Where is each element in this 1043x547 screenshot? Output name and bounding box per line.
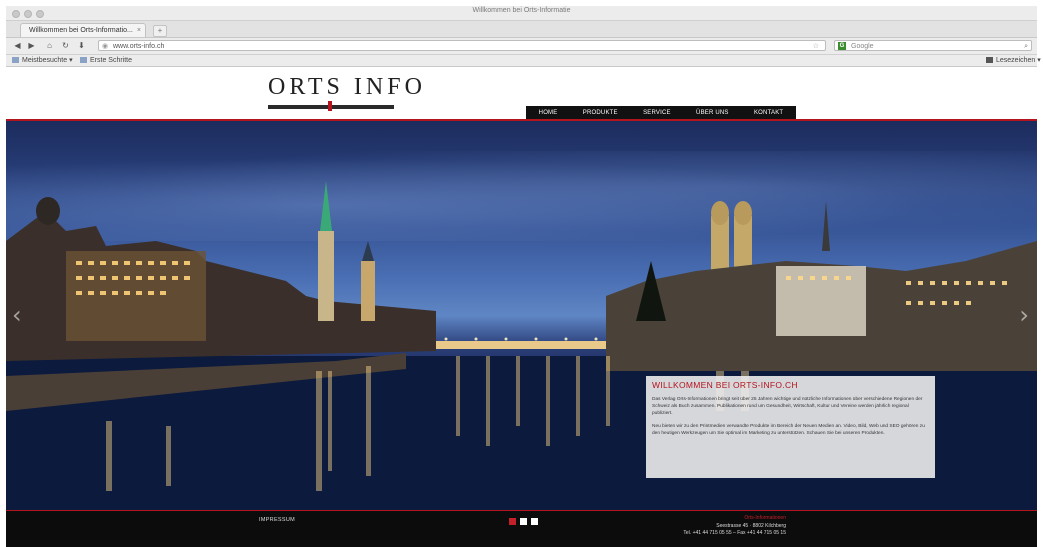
folder-icon <box>12 57 19 64</box>
page-icon <box>80 57 87 64</box>
slider-next-icon[interactable]: › <box>1019 301 1029 329</box>
navigation-toolbar: ◀ ▶ ⌂ ↻ ⬇ ◉ www.orts-info.ch ☆ G Google … <box>6 38 1037 55</box>
slider-dots <box>509 518 538 525</box>
google-icon: G <box>838 42 846 50</box>
nav-service[interactable]: SERVICE <box>643 110 671 116</box>
church-tower <box>318 231 334 321</box>
bookmark-most-visited[interactable]: Meistbesuchte ▾ <box>12 56 73 65</box>
browser-tab[interactable]: Willkommen bei Orts-Informatio... × <box>20 23 146 37</box>
back-icon[interactable]: ◀ <box>12 40 23 51</box>
welcome-paragraph-1: Das Verlag Orts-Informationen bringt sei… <box>652 397 923 416</box>
impressum-link[interactable]: IMPRESSUM <box>259 517 295 523</box>
slider-dot-3[interactable] <box>531 518 538 525</box>
url-text: www.orts-info.ch <box>113 43 165 50</box>
right-spire <box>822 201 830 251</box>
logo-text: ORTS INFO <box>268 74 426 100</box>
hero-slider: ‹ › WILLKOMMEN BEI ORTS-INFO.CH Das Verl… <box>6 121 1037 510</box>
green-spire <box>320 181 332 231</box>
tab-bar: Willkommen bei Orts-Informatio... × + <box>6 21 1037 38</box>
browser-window: Willkommen bei Orts-Informatie Willkomme… <box>0 0 1043 547</box>
main-nav: HOME PRODUKTE SERVICE ÜBER UNS KONTAKT <box>526 106 796 119</box>
new-tab-button[interactable]: + <box>153 25 167 37</box>
window-titlebar: Willkommen bei Orts-Informatie <box>6 6 1037 21</box>
bookmark-label: Erste Schritte <box>90 57 133 64</box>
left-dome <box>36 197 60 225</box>
footer-street: Seestrasse 45 · 8802 Kilchberg <box>716 522 786 529</box>
site-header: ORTS INFO HOME PRODUKTE SERVICE ÜBER UNS… <box>6 67 1037 120</box>
forward-icon[interactable]: ▶ <box>26 40 37 51</box>
tab-close-icon[interactable]: × <box>137 24 141 37</box>
bookmark-label: Meistbesuchte ▾ <box>22 57 73 64</box>
slider-dot-1[interactable] <box>509 518 516 525</box>
st-peter-tower <box>361 261 375 321</box>
logo-accent-mark <box>328 101 332 111</box>
bookmark-getting-started[interactable]: Erste Schritte <box>80 56 132 65</box>
welcome-box: WILLKOMMEN BEI ORTS-INFO.CH Das Verlag O… <box>646 376 935 478</box>
welcome-paragraph-2: Neu bieten wir zu den Printmedien verwan… <box>652 424 925 436</box>
nav-ueber-uns[interactable]: ÜBER UNS <box>696 110 729 116</box>
reload-icon[interactable]: ↻ <box>60 40 71 51</box>
site-logo[interactable]: ORTS INFO <box>268 75 422 111</box>
site-identity-icon[interactable]: ◉ <box>102 41 108 52</box>
bookmarks-menu[interactable]: Lesezeichen ▾ <box>986 56 1041 65</box>
nav-kontakt[interactable]: KONTAKT <box>754 110 783 116</box>
welcome-title: WILLKOMMEN BEI ORTS-INFO.CH <box>652 380 798 390</box>
download-icon[interactable]: ⬇ <box>76 40 87 51</box>
bookmark-star-icon[interactable]: ☆ <box>813 41 819 52</box>
site-footer: IMPRESSUM Orts-Informationen Seestrasse … <box>6 510 1037 547</box>
bookmarks-bar: Meistbesuchte ▾ Erste Schritte Lesezeich… <box>6 55 1041 67</box>
nav-home[interactable]: HOME <box>539 110 558 116</box>
search-placeholder: Google <box>851 43 874 50</box>
footer-company: Orts-Informationen <box>744 515 786 521</box>
home-icon[interactable]: ⌂ <box>44 40 55 51</box>
slider-dot-2[interactable] <box>520 518 527 525</box>
footer-phone: Tel. +41 44 715 05 55 – Fax +41 44 715 0… <box>683 530 786 536</box>
window-title: Willkommen bei Orts-Informatie <box>472 7 571 14</box>
search-input[interactable]: G Google ⌕ <box>834 40 1032 51</box>
search-icon[interactable]: ⌕ <box>1024 41 1028 52</box>
bookmarks-menu-label: Lesezeichen ▾ <box>996 57 1041 64</box>
url-bar[interactable]: ◉ www.orts-info.ch ☆ <box>98 40 826 51</box>
bookmarks-icon <box>986 57 993 64</box>
slider-prev-icon[interactable]: ‹ <box>12 301 22 329</box>
tab-label: Willkommen bei Orts-Informatio... <box>29 27 133 34</box>
footer-address: Orts-Informationen Seestrasse 45 · 8802 … <box>626 515 786 538</box>
nav-produkte[interactable]: PRODUKTE <box>583 110 618 116</box>
